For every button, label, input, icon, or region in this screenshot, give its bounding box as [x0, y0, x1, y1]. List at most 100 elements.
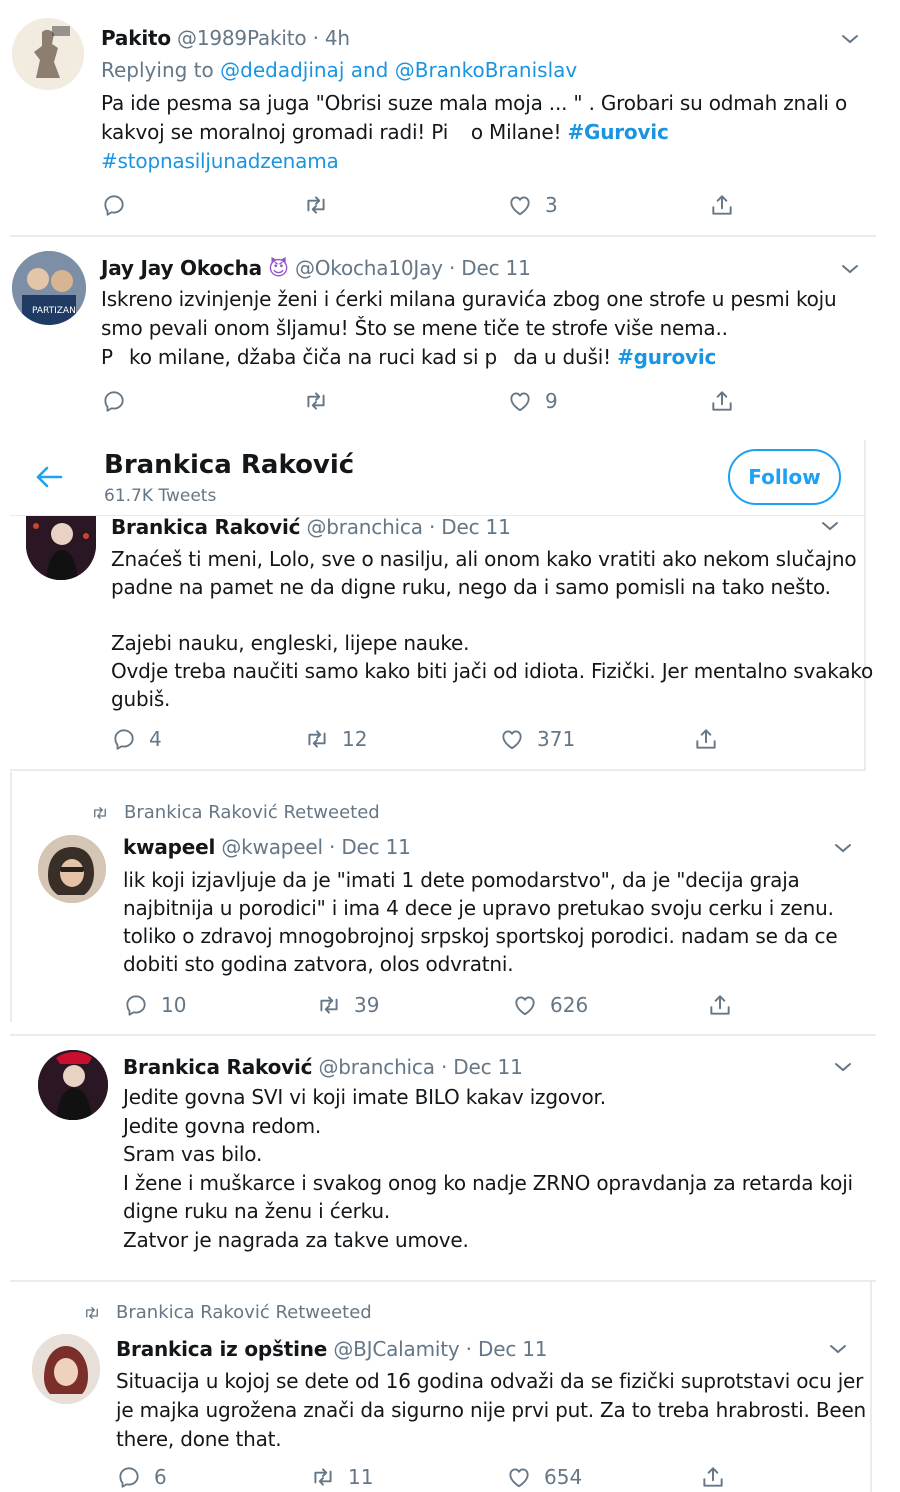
text-line: toliko o zdravoj mnogobrojnoj srpskoj sp…: [123, 924, 838, 948]
chevron-down-icon[interactable]: [840, 32, 860, 46]
author-name[interactable]: Brankica Raković: [111, 515, 300, 539]
divider: [10, 769, 866, 771]
retweeted-by-label[interactable]: Brankica Raković Retweeted: [124, 802, 380, 823]
text-line: kakvoj se moralnoj gromadi radi! Pikko M…: [101, 118, 847, 147]
tweet-branchica-1[interactable]: Brankica Raković @branchica · Dec 11 Zna…: [0, 515, 900, 770]
tweet-actions: 10 39 626: [123, 992, 743, 1022]
replying-to: Replying to @dedadjinaj and @BrankoBrani…: [101, 58, 577, 82]
mention-link[interactable]: @dedadjinaj: [220, 58, 344, 82]
mention-link[interactable]: @BrankoBranislav: [395, 58, 577, 82]
tweet-time[interactable]: Dec 11: [453, 1055, 523, 1079]
reply-count: 10: [161, 993, 187, 1017]
censor-block: kk: [448, 118, 471, 147]
tweet-time[interactable]: Dec 11: [341, 835, 411, 859]
reply-button[interactable]: 6: [116, 1464, 167, 1490]
reply-button[interactable]: 4: [111, 726, 162, 752]
retweet-button[interactable]: [303, 388, 329, 414]
separator-dot: ·: [448, 256, 456, 280]
retweeted-by: Brankica Raković Retweeted: [90, 802, 380, 823]
reply-button[interactable]: [101, 192, 127, 218]
author-name[interactable]: Jay Jay Okocha: [101, 256, 262, 280]
tweet-kwapeel[interactable]: Brankica Raković Retweeted kwapeel @kwap…: [0, 772, 900, 1034]
like-count: 371: [537, 727, 576, 751]
author-handle[interactable]: @BJCalamity: [333, 1337, 459, 1361]
reply-count: 6: [154, 1465, 167, 1489]
retweet-button[interactable]: 11: [310, 1464, 373, 1490]
hashtag-link[interactable]: #stopnasiljunadzenama: [101, 149, 339, 173]
chevron-down-icon[interactable]: [833, 841, 853, 855]
heart-icon: [512, 992, 538, 1018]
avatar[interactable]: [26, 516, 96, 580]
text-line: Znaćeš ti meni, Lolo, sve o nasilju, ali…: [111, 547, 857, 571]
tweet-bjcalamity[interactable]: Brankica Raković Retweeted Brankica iz o…: [0, 1282, 900, 1492]
replying-to-label: Replying to: [101, 58, 214, 82]
author-name[interactable]: kwapeel: [123, 835, 215, 859]
reply-button[interactable]: [101, 388, 127, 414]
chevron-down-icon[interactable]: [828, 1342, 848, 1356]
avatar[interactable]: PARTIZAN: [12, 251, 86, 325]
back-arrow-icon[interactable]: [34, 464, 64, 490]
share-button[interactable]: [709, 192, 735, 218]
author-name[interactable]: Pakito: [101, 26, 171, 50]
tweet-count: 61.7K Tweets: [104, 486, 217, 506]
text-line: dobiti sto godina zatvora, olos odvratni…: [123, 952, 514, 976]
hashtag-link[interactable]: #Gurovic: [567, 120, 668, 144]
hashtag-link[interactable]: #gurovic: [617, 345, 716, 369]
chevron-down-icon[interactable]: [820, 519, 840, 533]
retweeted-by-label[interactable]: Brankica Raković Retweeted: [116, 1302, 372, 1323]
author-name[interactable]: Brankica Raković: [123, 1055, 312, 1079]
avatar[interactable]: [38, 1050, 108, 1120]
tweet-time[interactable]: Dec 11: [461, 256, 531, 280]
follow-button[interactable]: Follow: [728, 449, 841, 505]
author-handle[interactable]: @1989Pakito: [177, 26, 307, 50]
reply-icon: [101, 388, 127, 414]
avatar[interactable]: [32, 1334, 100, 1404]
author-handle[interactable]: @branchica: [306, 515, 423, 539]
replying-and: and: [350, 58, 389, 82]
tweet-actions: 9: [101, 388, 751, 418]
separator-dot: ·: [312, 26, 319, 50]
reply-button[interactable]: 10: [123, 992, 186, 1018]
retweet-button[interactable]: 39: [316, 992, 379, 1018]
chevron-down-icon[interactable]: [833, 1060, 853, 1074]
share-button[interactable]: [707, 992, 733, 1018]
author-handle[interactable]: @Okocha10Jay: [295, 256, 443, 280]
tweet-time[interactable]: Dec 11: [478, 1337, 548, 1361]
share-button[interactable]: [693, 726, 719, 752]
svg-text:PARTIZAN: PARTIZAN: [32, 306, 76, 316]
heart-icon: [507, 388, 533, 414]
tweet-text: Pa ide pesma sa juga "Obrisi suze mala m…: [101, 89, 847, 176]
text-line: padne na pamet ne da digne ruku, nego da…: [111, 575, 831, 599]
chevron-down-icon[interactable]: [840, 262, 860, 276]
tweet-branchica-2[interactable]: Brankica Raković @branchica · Dec 11 Jed…: [0, 1036, 900, 1280]
retweet-button[interactable]: 12: [304, 726, 367, 752]
tweet-time[interactable]: Dec 11: [441, 515, 511, 539]
separator-dot: ·: [329, 835, 336, 859]
author-handle[interactable]: @branchica: [318, 1055, 435, 1079]
tweet-text: Jedite govna SVI vi koji imate BILO kaka…: [123, 1083, 853, 1254]
share-button[interactable]: [709, 388, 735, 414]
retweet-icon: [304, 726, 330, 752]
profile-name: Brankica Raković: [104, 450, 355, 480]
tweet-okocha[interactable]: PARTIZAN Jay Jay Okocha 😈 @Okocha10Jay ·…: [0, 237, 900, 437]
retweet-icon: [310, 1464, 336, 1490]
author-name[interactable]: Brankica iz opštine: [116, 1337, 327, 1361]
retweet-button[interactable]: [303, 192, 329, 218]
devil-emoji-icon: 😈: [268, 256, 289, 280]
avatar[interactable]: [12, 18, 84, 90]
heart-icon: [499, 726, 525, 752]
tweet-pakito[interactable]: Pakito @1989Pakito · 4h Replying to @ded…: [0, 0, 900, 236]
tweet-header: Brankica iz opštine @BJCalamity · Dec 11: [116, 1337, 548, 1361]
like-button[interactable]: 371: [499, 726, 575, 752]
text-line: Jedite govna redom.: [123, 1113, 322, 1138]
retweet-icon: [90, 804, 110, 822]
like-button[interactable]: 3: [507, 192, 558, 218]
author-handle[interactable]: @kwapeel: [221, 835, 323, 859]
share-button[interactable]: [700, 1464, 726, 1490]
tweet-text: Znaćeš ti meni, Lolo, sve o nasilju, ali…: [111, 545, 873, 713]
avatar[interactable]: [38, 835, 106, 903]
like-button[interactable]: 9: [507, 388, 558, 414]
tweet-time[interactable]: 4h: [325, 26, 350, 50]
like-button[interactable]: 654: [506, 1464, 582, 1490]
like-button[interactable]: 626: [512, 992, 588, 1018]
